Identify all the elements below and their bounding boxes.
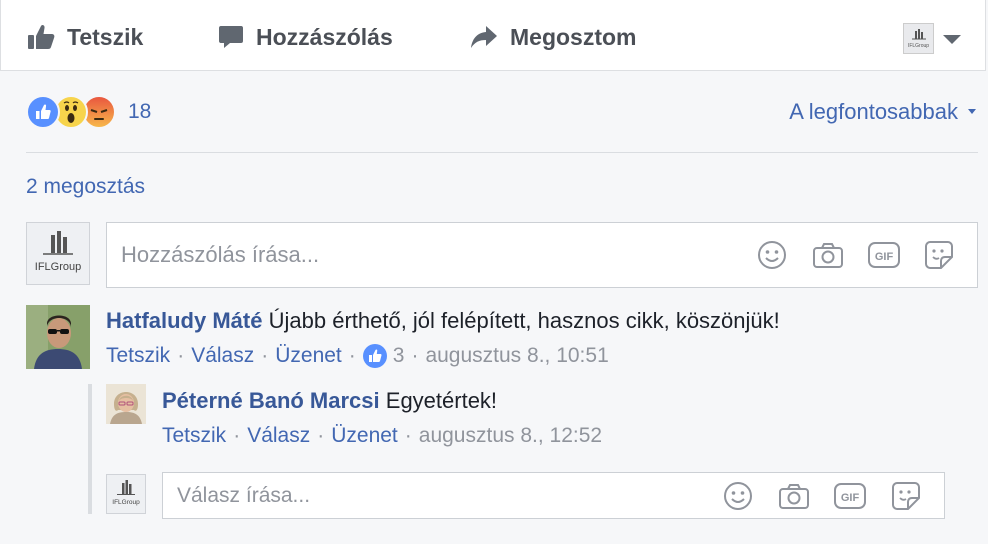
avatar[interactable] [106, 384, 146, 424]
speech-bubble-icon [219, 26, 243, 48]
user-photo-icon [106, 384, 146, 424]
reply-message-link[interactable]: Üzenet [331, 422, 398, 450]
sticker-icon[interactable] [922, 238, 956, 272]
svg-text:IFLGroup: IFLGroup [35, 261, 81, 273]
comment-like-link[interactable]: Tetszik [106, 342, 170, 370]
comment-composer: GIF [106, 222, 978, 288]
emoji-icon[interactable] [721, 479, 755, 513]
separator: · [177, 344, 185, 367]
comment-input[interactable] [119, 241, 743, 269]
svg-text:IFLGroup: IFLGroup [908, 43, 929, 49]
comment-label: Hozzászólás [256, 23, 393, 50]
user-photo-icon [26, 305, 90, 369]
share-arrow-icon [471, 26, 497, 48]
divider [26, 152, 978, 153]
camera-icon[interactable] [777, 479, 811, 513]
comment-button[interactable]: Hozzászólás [218, 22, 393, 52]
comment-actions: Tetszik · Válasz · Üzenet · 3 · augusztu… [106, 342, 609, 370]
reply-actions: Tetszik · Válasz · Üzenet · augusztus 8.… [162, 422, 602, 450]
reply-input[interactable] [175, 483, 699, 509]
comment-timestamp[interactable]: augusztus 8., 10:51 [425, 342, 608, 370]
separator: · [404, 424, 412, 447]
gif-icon[interactable]: GIF [833, 479, 867, 513]
action-bar: Tetszik Hozzászólás Megosztom IFLGroup [0, 0, 986, 71]
like-icon[interactable] [362, 344, 387, 368]
comment-author[interactable]: Hatfaludy Máté [106, 308, 262, 333]
reply-thread-rail [88, 384, 92, 514]
svg-text:GIF: GIF [841, 492, 860, 504]
camera-icon[interactable] [811, 238, 845, 272]
svg-text:IFLGroup: IFLGroup [112, 499, 140, 506]
comment-body: Hatfaludy Máté Újabb érthető, jól felépí… [106, 307, 780, 335]
reply-author[interactable]: Péterné Banó Marcsi [162, 388, 380, 413]
reply-like-link[interactable]: Tetszik [162, 422, 226, 450]
comment-reply-link[interactable]: Válasz [191, 342, 254, 370]
avatar[interactable] [26, 305, 90, 369]
share-label: Megosztom [510, 23, 637, 50]
iflgroup-logo-icon: IFLGroup [908, 29, 929, 49]
sticker-icon[interactable] [889, 479, 923, 513]
comment-text: Újabb érthető, jól felépített, hasznos c… [268, 308, 780, 333]
like-icon [26, 95, 60, 129]
like-label: Tetszik [67, 23, 144, 50]
reply-reply-link[interactable]: Válasz [247, 422, 310, 450]
avatar[interactable]: IFLGroup [106, 474, 146, 514]
chevron-down-icon[interactable] [968, 109, 976, 114]
comment-sort-dropdown[interactable]: A legfontosabbak [789, 99, 958, 125]
iflgroup-logo-icon: IFLGroup [35, 231, 81, 273]
comment-message-link[interactable]: Üzenet [275, 342, 342, 370]
separator: · [317, 424, 325, 447]
iflgroup-logo-icon: IFLGroup [112, 480, 140, 506]
separator: · [233, 424, 241, 447]
avatar[interactable]: IFLGroup [26, 222, 90, 285]
reply-timestamp[interactable]: augusztus 8., 12:52 [419, 422, 602, 450]
emoji-icon[interactable] [755, 238, 789, 272]
separator: · [411, 344, 419, 367]
svg-text:GIF: GIF [875, 251, 894, 263]
reply-composer: GIF [162, 472, 945, 519]
comment-like-count[interactable]: 3 [393, 342, 405, 370]
reply-body: Péterné Banó Marcsi Egyetértek! [162, 387, 497, 415]
page-selector-avatar[interactable]: IFLGroup [903, 23, 934, 54]
share-button[interactable]: Megosztom [470, 22, 637, 52]
thumbs-up-icon [28, 24, 55, 49]
separator: · [261, 344, 269, 367]
separator: · [348, 344, 356, 367]
chevron-down-icon[interactable] [943, 35, 961, 44]
reactions-summary[interactable]: 18 [26, 95, 151, 129]
reply-text: Egyetértek! [385, 388, 498, 413]
shares-count-link[interactable]: 2 megosztás [26, 175, 145, 199]
reaction-count: 18 [128, 100, 152, 123]
gif-icon[interactable]: GIF [867, 238, 901, 272]
like-button[interactable]: Tetszik [27, 22, 143, 52]
